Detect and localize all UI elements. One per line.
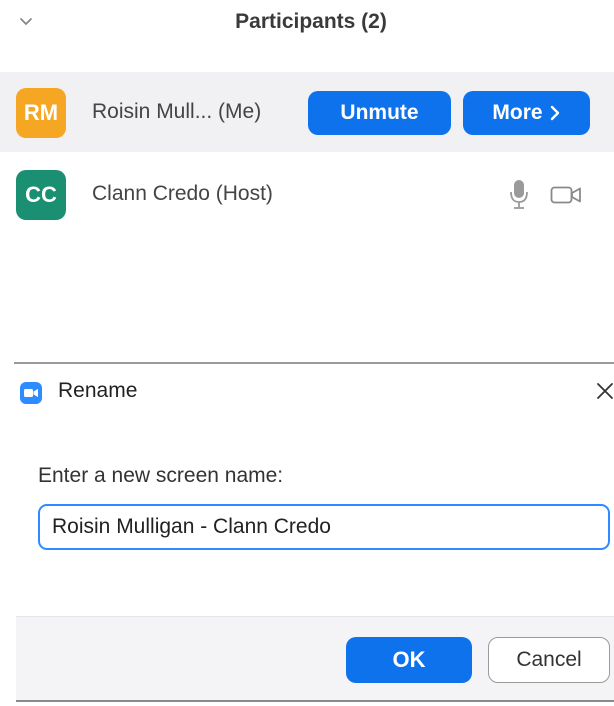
rename-dialog: Rename Enter a new screen name: OK Cance… [16,364,614,706]
dialog-footer: OK Cancel [16,616,614,700]
zoom-camera-icon [20,382,42,404]
avatar: RM [16,88,66,138]
participant-row-me[interactable]: RM Roisin Mull... (Me) Unmute More [0,72,614,152]
dialog-title: Rename [58,379,138,402]
dialog-title-bar[interactable]: Rename [16,364,614,420]
participant-name: Clann Credo (Host) [92,182,273,205]
participants-header: Participants (2) [0,0,614,52]
screen-name-label: Enter a new screen name: [38,464,284,487]
ok-button[interactable]: OK [346,637,472,683]
unmute-button[interactable]: Unmute [308,91,451,135]
screen-name-input[interactable] [38,504,610,550]
dialog-border [16,700,614,702]
participants-title: Participants (2) [235,10,387,33]
cancel-button[interactable]: Cancel [488,637,610,683]
participant-row-host[interactable]: CC Clann Credo (Host) [0,154,614,234]
video-camera-icon [550,186,581,204]
participant-name: Roisin Mull... (Me) [92,100,262,123]
more-button[interactable]: More [463,91,590,135]
chevron-right-icon [550,105,559,121]
microphone-icon [510,180,528,209]
close-icon[interactable] [596,382,614,400]
screen: Participants (2) RM Roisin Mull... (Me) … [0,0,614,706]
more-button-label: More [492,101,543,124]
avatar: CC [16,170,66,220]
